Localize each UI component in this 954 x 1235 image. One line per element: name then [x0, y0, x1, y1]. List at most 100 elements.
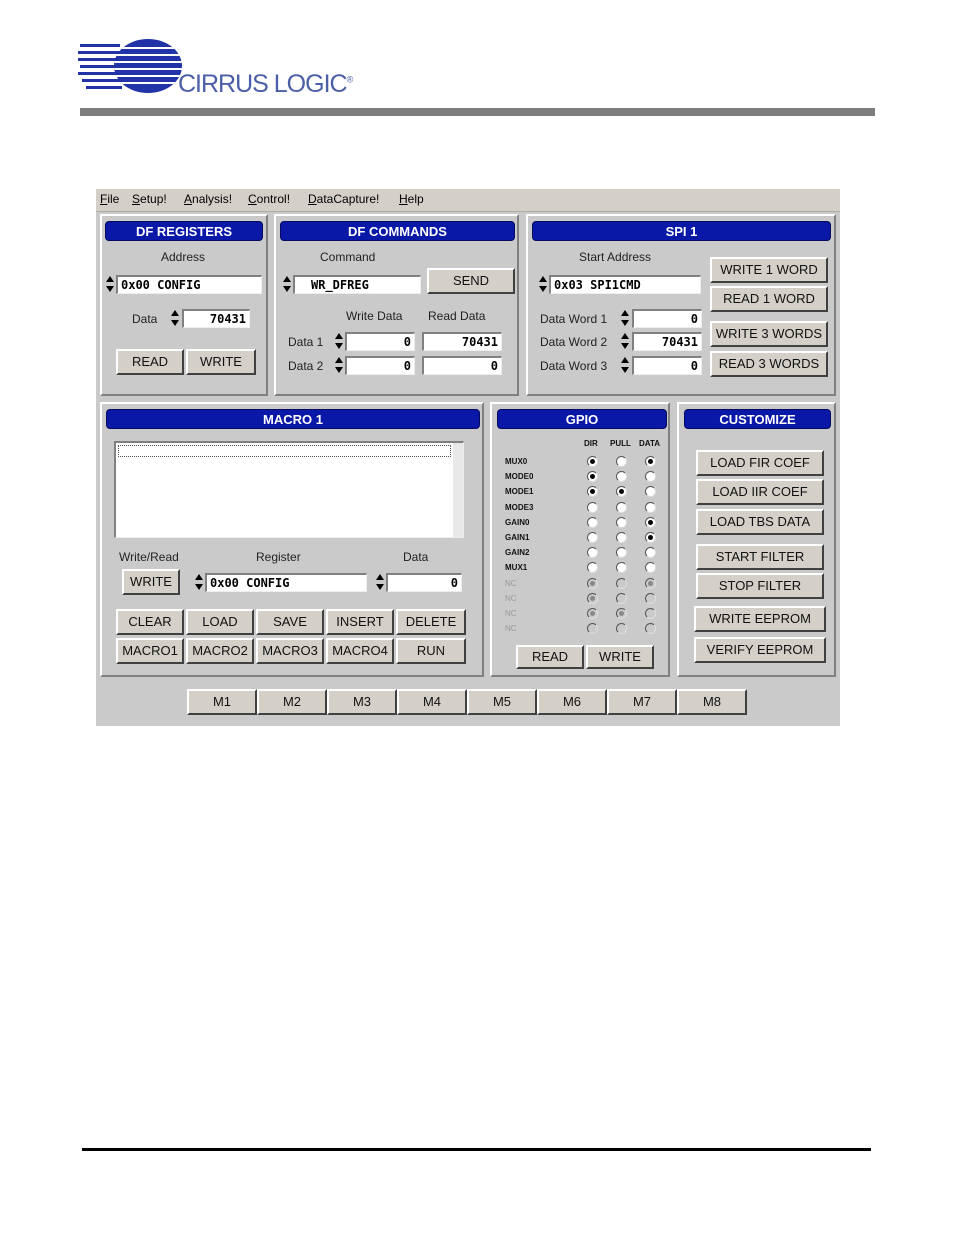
cirrus-logo-mark [78, 38, 184, 94]
gpio-data-radio[interactable] [645, 456, 656, 467]
data-word1-field[interactable]: 0 [632, 309, 702, 328]
data2-write-field[interactable]: 0 [345, 356, 415, 375]
write-3-words-button[interactable]: WRITE 3 WORDS [710, 321, 828, 347]
save-button[interactable]: SAVE [256, 609, 324, 635]
data1-read-field: 70431 [422, 332, 502, 351]
m5-button[interactable]: M5 [467, 689, 537, 715]
df-read-button[interactable]: READ [116, 349, 184, 375]
gpio-pull-radio [616, 592, 627, 604]
macro-data-spinner[interactable] [375, 573, 385, 592]
macro-data-field[interactable]: 0 [386, 573, 462, 592]
run-button[interactable]: RUN [396, 638, 466, 664]
gpio-pull-radio[interactable] [616, 532, 627, 543]
data2-read-field: 0 [422, 356, 502, 375]
load-button[interactable]: LOAD [186, 609, 254, 635]
menu-control[interactable]: Control! [248, 192, 290, 206]
gpio-dir-radio[interactable] [587, 456, 598, 467]
data-word1-label: Data Word 1 [540, 312, 608, 326]
m2-button[interactable]: M2 [257, 689, 327, 715]
insert-button[interactable]: INSERT [326, 609, 394, 635]
data-word2-field[interactable]: 70431 [632, 332, 702, 351]
gpio-data-radio [645, 592, 656, 604]
data-word3-spinner[interactable] [620, 356, 630, 375]
macro-register-field[interactable]: 0x00 CONFIG [205, 573, 367, 592]
gpio-row-label: MODE0 [505, 472, 534, 482]
macro1-button[interactable]: MACRO1 [116, 638, 184, 664]
gpio-title: GPIO [497, 409, 667, 429]
data1-spinner[interactable] [334, 332, 344, 351]
gpio-dir-radio[interactable] [587, 501, 598, 513]
load-fir-coef-button[interactable]: LOAD FIR COEF [696, 450, 824, 476]
data-word2-spinner[interactable] [620, 332, 630, 351]
gpio-pull-radio[interactable] [616, 501, 627, 513]
load-tbs-data-button[interactable]: LOAD TBS DATA [696, 509, 824, 535]
macro-listbox[interactable] [114, 441, 464, 538]
gpio-row-label: GAIN2 [505, 548, 530, 558]
gpio-dir-radio[interactable] [587, 532, 598, 543]
read-3-words-button[interactable]: READ 3 WORDS [710, 351, 828, 377]
df-commands-title: DF COMMANDS [280, 221, 515, 241]
data1-label: Data 1 [288, 335, 324, 349]
data-spinner[interactable] [170, 309, 180, 328]
macro-register-spinner[interactable] [194, 573, 204, 592]
load-iir-coef-button[interactable]: LOAD IIR COEF [696, 479, 824, 505]
gpio-row-label: MODE1 [505, 487, 534, 497]
delete-button[interactable]: DELETE [396, 609, 466, 635]
gpio-data-radio[interactable] [645, 532, 656, 543]
gpio-dir-radio [587, 592, 598, 604]
macro-list-selection [118, 445, 451, 457]
address-field[interactable]: 0x00 CONFIG [116, 275, 262, 294]
write-1-word-button[interactable]: WRITE 1 WORD [710, 257, 828, 283]
gpio-write-button[interactable]: WRITE [586, 645, 654, 669]
macro3-button[interactable]: MACRO3 [256, 638, 324, 664]
verify-eeprom-button[interactable]: VERIFY EEPROM [694, 637, 826, 663]
gpio-pull-radio[interactable] [616, 456, 627, 467]
menu-file[interactable]: File [100, 192, 119, 206]
data1-write-field[interactable]: 0 [345, 332, 415, 351]
address-spinner[interactable] [105, 275, 115, 294]
gpio-read-button[interactable]: READ [516, 645, 584, 669]
macro-write-read-button[interactable]: WRITE [122, 569, 180, 595]
gpio-pull-radio [616, 577, 627, 589]
data-word1-spinner[interactable] [620, 309, 630, 328]
menu-analysis[interactable]: Analysis! [184, 192, 232, 206]
m7-button[interactable]: M7 [607, 689, 677, 715]
gpio-row-label: MUX0 [505, 457, 528, 466]
m4-button[interactable]: M4 [397, 689, 467, 715]
clear-button[interactable]: CLEAR [116, 609, 184, 635]
macro4-button[interactable]: MACRO4 [326, 638, 394, 664]
gpio-data-radio [645, 577, 656, 589]
gpio-dir-radio[interactable] [587, 516, 598, 528]
data2-spinner[interactable] [334, 356, 344, 375]
command-spinner[interactable] [282, 275, 292, 294]
m6-button[interactable]: M6 [537, 689, 607, 715]
start-address-field[interactable]: 0x03 SPI1CMD [549, 275, 701, 294]
menu-bar: File Setup! Analysis! Control! DataCaptu… [96, 189, 840, 212]
write-read-label: Write/Read [119, 550, 179, 564]
data-word3-field[interactable]: 0 [632, 356, 702, 375]
start-filter-button[interactable]: START FILTER [696, 544, 824, 570]
gpio-dir-radio [587, 577, 598, 589]
menu-datacapture[interactable]: DataCapture! [308, 192, 379, 206]
stop-filter-button[interactable]: STOP FILTER [696, 573, 824, 599]
gpio-pull-radio[interactable] [616, 516, 627, 528]
write-eeprom-button[interactable]: WRITE EEPROM [694, 606, 826, 632]
gpio-row-label: MUX1 [505, 563, 528, 573]
gpio-data-radio[interactable] [645, 501, 656, 513]
send-button[interactable]: SEND [427, 268, 515, 294]
command-field[interactable]: WR_DFREG [293, 275, 421, 294]
gpio-data-radio[interactable] [645, 516, 656, 528]
m1-button[interactable]: M1 [187, 689, 257, 715]
start-address-spinner[interactable] [538, 275, 548, 294]
menu-setup[interactable]: Setup! [132, 192, 167, 206]
macro2-button[interactable]: MACRO2 [186, 638, 254, 664]
m8-button[interactable]: M8 [677, 689, 747, 715]
m3-button[interactable]: M3 [327, 689, 397, 715]
data-field[interactable]: 70431 [182, 309, 250, 328]
read-data-label: Read Data [428, 309, 486, 323]
df-write-button[interactable]: WRITE [186, 349, 256, 375]
macro-list-scrollbar[interactable] [453, 443, 463, 537]
read-1-word-button[interactable]: READ 1 WORD [710, 286, 828, 312]
spi1-title: SPI 1 [532, 221, 831, 241]
menu-help[interactable]: Help [399, 192, 424, 206]
